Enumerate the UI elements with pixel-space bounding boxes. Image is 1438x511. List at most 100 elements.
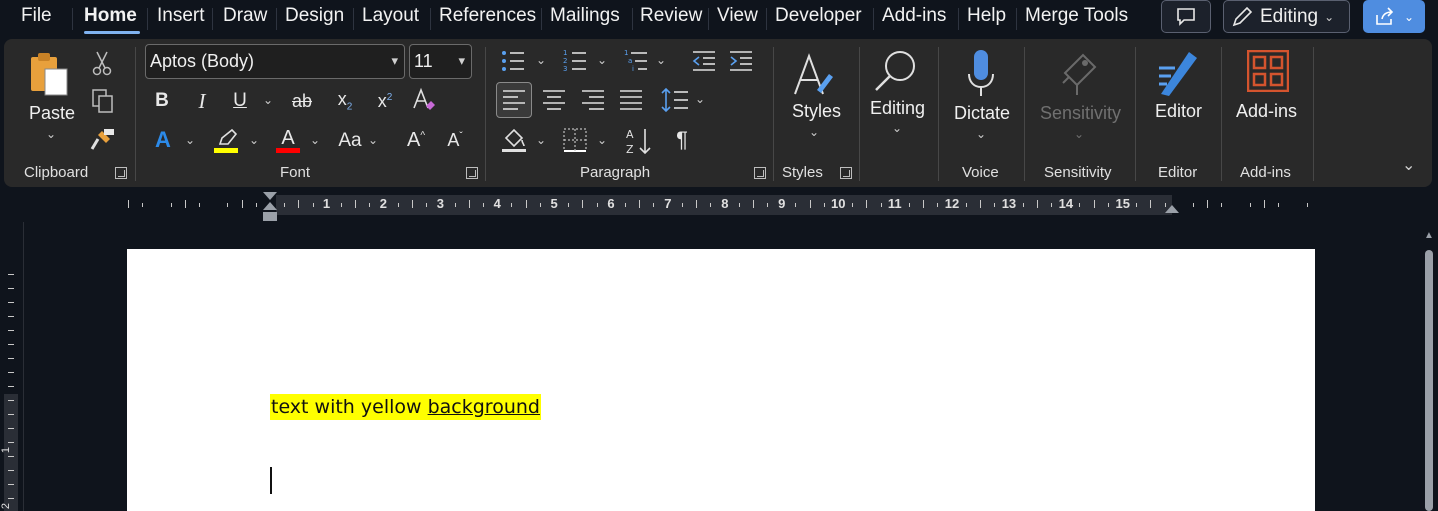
menu-insert[interactable]: Insert — [157, 5, 205, 27]
font-group-label: Font — [280, 164, 311, 181]
share-button[interactable]: ⌄ — [1363, 0, 1425, 33]
strikethrough-button[interactable]: ab — [286, 87, 318, 115]
menu-review[interactable]: Review — [640, 5, 702, 27]
paragraph-launcher[interactable] — [754, 167, 766, 179]
justify-button[interactable] — [616, 84, 646, 116]
menu-separator — [72, 8, 73, 30]
ruler-tick — [1264, 200, 1265, 208]
bold-button[interactable]: B — [150, 87, 174, 115]
scrollbar-thumb[interactable] — [1425, 250, 1433, 511]
indent-marker[interactable] — [262, 191, 278, 223]
chevron-down-icon[interactable]: ⌄ — [656, 53, 666, 67]
subscript-button[interactable]: x2 — [331, 87, 359, 115]
collapse-ribbon-icon[interactable]: ⌄ — [1402, 155, 1415, 175]
editing-mode-label: Editing — [1260, 5, 1319, 27]
sort-button[interactable]: AZ — [624, 125, 654, 157]
chevron-down-icon: ⌄ — [1403, 9, 1415, 24]
menu-design[interactable]: Design — [285, 5, 344, 27]
numbering-button[interactable]: 123 — [560, 47, 590, 75]
chevron-down-icon[interactable]: ⌄ — [249, 133, 259, 147]
underline-button[interactable]: U — [228, 87, 252, 115]
ruler-tick — [256, 203, 257, 207]
increase-indent-button[interactable] — [726, 47, 756, 75]
cut-button[interactable] — [90, 49, 114, 77]
speech-bubble-icon — [1177, 7, 1195, 26]
menu-references[interactable]: References — [439, 5, 536, 27]
chevron-down-icon[interactable]: ⌄ — [809, 125, 819, 139]
ruler-number: 14 — [1058, 196, 1074, 211]
decrease-indent-button[interactable] — [689, 47, 719, 75]
show-formatting-button[interactable]: ¶ — [669, 125, 695, 155]
chevron-down-icon[interactable]: ⌄ — [185, 133, 195, 147]
chevron-down-icon[interactable]: ⌄ — [46, 127, 56, 141]
menu-mailings[interactable]: Mailings — [550, 5, 620, 27]
ruler-tick — [1094, 200, 1095, 208]
chevron-down-icon[interactable]: ⌄ — [536, 53, 546, 67]
font-name-combo[interactable]: Aptos (Body) ▾ — [145, 44, 405, 79]
ruler-tick — [1079, 203, 1080, 207]
bullets-button[interactable] — [498, 47, 528, 75]
borders-button[interactable] — [560, 125, 590, 155]
chevron-down-icon[interactable]: ⌄ — [976, 127, 986, 141]
text-cursor — [270, 467, 272, 494]
menu-developer[interactable]: Developer — [775, 5, 862, 27]
chevron-down-icon[interactable]: ⌄ — [892, 121, 902, 135]
menu-add-ins[interactable]: Add-ins — [882, 5, 946, 27]
superscript-button[interactable]: x2 — [371, 87, 399, 115]
clipboard-launcher[interactable] — [115, 167, 127, 179]
menu-draw[interactable]: Draw — [223, 5, 267, 27]
add-ins-button[interactable] — [1246, 49, 1290, 93]
align-left-button[interactable] — [496, 82, 532, 118]
menu-help[interactable]: Help — [967, 5, 1006, 27]
ruler-tick — [739, 203, 740, 207]
comments-button[interactable] — [1161, 0, 1211, 33]
editor-button[interactable] — [1154, 47, 1202, 99]
chevron-down-icon[interactable]: ⌄ — [310, 133, 320, 147]
highlight-button[interactable] — [212, 125, 240, 155]
align-center-button[interactable] — [539, 84, 569, 116]
menu-view[interactable]: View — [717, 5, 758, 27]
menu-home[interactable]: Home — [84, 5, 137, 27]
ruler-tick — [398, 203, 399, 207]
editing-button[interactable] — [871, 47, 921, 95]
highlighted-text[interactable]: text with yellow background — [270, 394, 541, 420]
document-page[interactable] — [127, 249, 1315, 511]
font-launcher[interactable] — [466, 167, 478, 179]
menu-file[interactable]: File — [21, 5, 52, 27]
shrink-font-button[interactable]: Aˇ — [441, 125, 469, 155]
shading-icon — [502, 128, 526, 152]
chevron-down-icon[interactable]: ⌄ — [368, 133, 378, 147]
format-painter-button[interactable] — [90, 125, 116, 153]
chevron-down-icon[interactable]: ⌄ — [263, 93, 273, 107]
copy-button[interactable] — [90, 87, 116, 115]
grow-font-button[interactable]: A^ — [402, 125, 430, 155]
multilevel-list-button[interactable]: 1ai — [621, 47, 651, 75]
chevron-down-icon[interactable]: ⌄ — [695, 92, 705, 106]
shading-button[interactable] — [498, 125, 530, 155]
chevron-down-icon[interactable]: ⌄ — [536, 133, 546, 147]
group-separator — [773, 47, 774, 181]
ruler-tick — [1221, 203, 1222, 207]
superscript-icon: x2 — [377, 90, 393, 111]
menu-merge-tools[interactable]: Merge Tools — [1025, 5, 1128, 27]
italic-button[interactable]: I — [190, 87, 214, 115]
menu-layout[interactable]: Layout — [362, 5, 419, 27]
font-size-combo[interactable]: 11 ▾ — [409, 44, 472, 79]
dictate-button[interactable] — [961, 47, 1001, 101]
chevron-down-icon[interactable]: ⌄ — [597, 53, 607, 67]
scroll-up-icon[interactable]: ▲ — [1424, 230, 1434, 241]
line-spacing-button[interactable] — [659, 84, 691, 116]
right-indent-marker[interactable] — [1164, 204, 1180, 216]
styles-launcher[interactable] — [840, 167, 852, 179]
paste-button[interactable] — [24, 49, 76, 101]
styles-gallery-button[interactable] — [790, 49, 840, 99]
change-case-button[interactable]: Aa — [335, 127, 365, 155]
editing-mode-button[interactable]: Editing ⌄ — [1223, 0, 1350, 33]
vertical-scrollbar[interactable]: ▲ — [1422, 230, 1436, 511]
text-effects-button[interactable]: A — [150, 125, 176, 155]
chevron-down-icon[interactable]: ⌄ — [597, 133, 607, 147]
clear-formatting-button[interactable] — [409, 85, 439, 115]
align-right-button[interactable] — [578, 84, 608, 116]
font-color-button[interactable]: A — [274, 125, 302, 155]
ruler-tick — [298, 200, 299, 208]
